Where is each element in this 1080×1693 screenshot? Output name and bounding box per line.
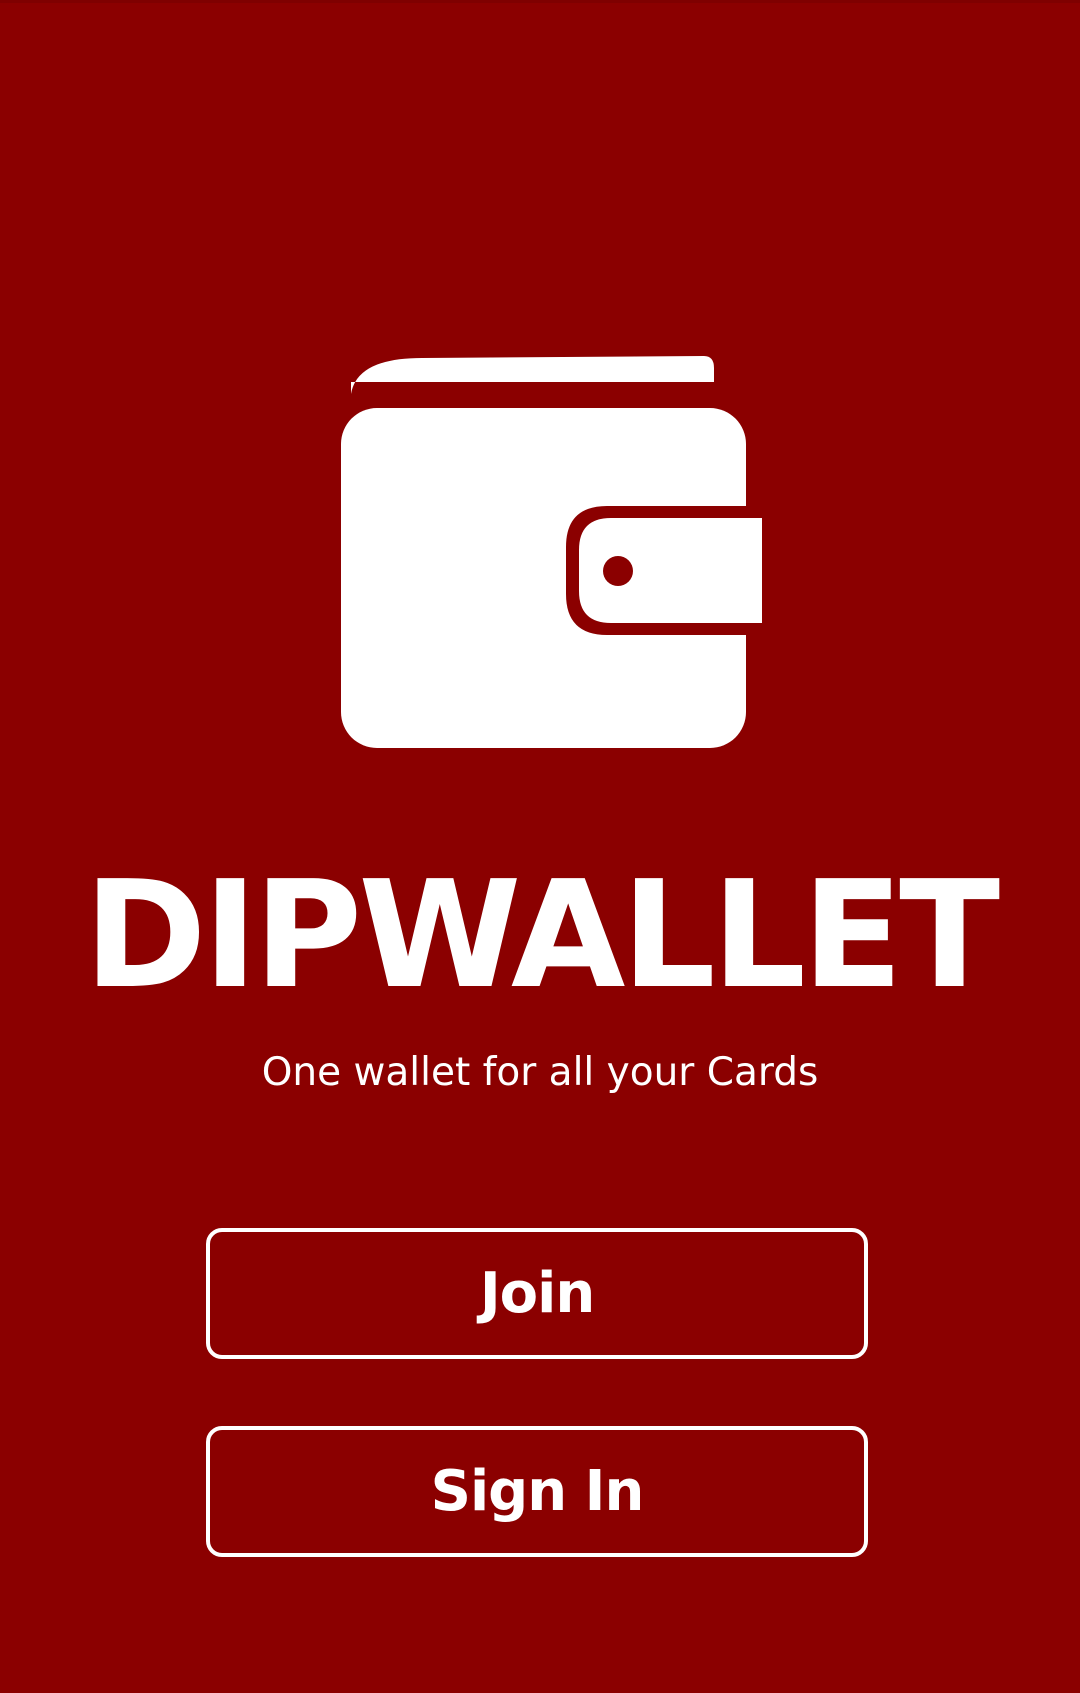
welcome-screen: DIPWALLET One wallet for all your Cards … bbox=[0, 0, 1080, 1693]
sign-in-button[interactable]: Sign In bbox=[206, 1426, 868, 1557]
app-tagline: One wallet for all your Cards bbox=[261, 1050, 819, 1095]
app-title: DIPWALLET bbox=[83, 849, 1000, 1021]
join-button[interactable]: Join bbox=[206, 1228, 868, 1359]
wallet-icon bbox=[337, 354, 762, 750]
status-strip bbox=[0, 0, 1080, 3]
